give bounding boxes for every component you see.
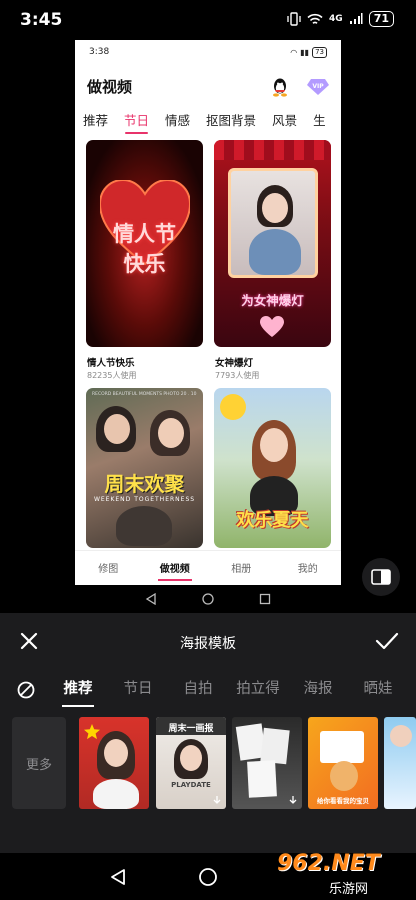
phone-preview: 3:38 ◠ ▮▮ 73 做视频 VIP 推荐 节日 情感 抠图背景 风景 生 … xyxy=(75,40,341,585)
preview-bottom-nav: 修图 做视频 相册 我的 xyxy=(75,550,341,585)
tab-recommend[interactable]: 推荐 xyxy=(75,106,116,130)
card-uses: 82235人使用 xyxy=(87,371,137,380)
download-icon xyxy=(289,796,297,804)
cat-graphic xyxy=(330,761,358,791)
download-icon xyxy=(213,796,221,804)
photo-frame xyxy=(320,731,364,763)
poster-template-panel: 海报模板 推荐 节日 自拍 拍立得 海报 晒娃 更多 周末一画报 PLAYDAT… xyxy=(0,613,416,853)
template-card-weekend[interactable]: RECORD BEAUTIFUL MOMENTS PHOTO 20 . 10 周… xyxy=(86,388,203,548)
wifi-icon xyxy=(307,13,323,24)
template-card-valentines[interactable]: 情人节 快乐 xyxy=(86,140,203,347)
preview-status-time: 3:38 xyxy=(89,47,110,57)
preview-battery: 73 xyxy=(312,47,327,58)
poster-tab-selfie[interactable]: 自拍 xyxy=(168,677,228,698)
person-shirt xyxy=(93,779,139,809)
star-sticker-icon xyxy=(84,724,100,740)
card-overlay: 欢乐夏天 xyxy=(236,510,309,531)
person-face xyxy=(260,428,288,462)
preview-recents-icon[interactable] xyxy=(259,593,271,605)
card-name: 情人节快乐 xyxy=(87,358,135,369)
compare-button[interactable] xyxy=(362,558,400,596)
template-thumbnail[interactable]: 给你看看我的宝贝 xyxy=(308,717,378,809)
card-uses: 7793人使用 xyxy=(215,371,260,380)
person-face xyxy=(104,414,130,444)
template-card-goddess[interactable]: 为女神爆灯 xyxy=(214,140,331,347)
tab-cutout-background[interactable]: 抠图背景 xyxy=(198,106,264,130)
template-thumbnail[interactable]: 周末一画报 PLAYDATE xyxy=(156,717,226,809)
panel-title: 海报模板 xyxy=(180,636,236,652)
qq-icon[interactable] xyxy=(271,77,289,97)
network-type: 4G xyxy=(329,14,343,24)
person-group xyxy=(116,506,172,546)
compare-icon xyxy=(371,569,391,585)
battery-indicator: 71 xyxy=(368,11,394,27)
person-shirt xyxy=(249,229,301,275)
poster-tabs: 推荐 节日 自拍 拍立得 海报 晒娃 xyxy=(48,677,408,707)
child-face xyxy=(390,725,412,747)
card-overlay-top: RECORD BEAUTIFUL MOMENTS PHOTO 20 . 10 xyxy=(92,392,197,397)
vip-icon[interactable]: VIP xyxy=(307,78,329,96)
app-title: 做视频 xyxy=(87,78,133,96)
template-thumbnail[interactable] xyxy=(79,717,149,809)
poster-tab-kids[interactable]: 晒娃 xyxy=(348,677,408,698)
site-watermark: 962.NET 乐游网 xyxy=(277,851,412,897)
preview-system-nav xyxy=(75,585,341,613)
category-tabs: 推荐 节日 情感 抠图背景 风景 生 xyxy=(75,106,341,134)
watermark-text: 962.NET xyxy=(277,851,380,876)
tab-holiday[interactable]: 节日 xyxy=(116,106,157,134)
sun-sticker xyxy=(220,394,246,420)
tab-emotion[interactable]: 情感 xyxy=(157,106,198,130)
status-bar: 3:45 4G 71 xyxy=(0,0,416,40)
template-card-summer[interactable]: 欢乐夏天 xyxy=(214,388,331,548)
more-templates-button[interactable]: 更多 xyxy=(12,717,66,809)
nav-make-video[interactable]: 做视频 xyxy=(142,551,209,585)
person-face xyxy=(262,193,288,223)
curtain-graphic xyxy=(214,140,331,160)
signal-icon xyxy=(349,13,363,24)
preview-back-icon[interactable] xyxy=(145,593,157,605)
template-thumbnail[interactable] xyxy=(384,717,416,809)
card-overlay-line-1: 情人节 xyxy=(113,222,176,246)
svg-text:VIP: VIP xyxy=(312,83,324,90)
preview-home-icon[interactable] xyxy=(202,593,214,605)
check-icon[interactable] xyxy=(375,630,399,652)
person-face xyxy=(158,418,184,448)
preview-status-bar: 3:38 ◠ ▮▮ 73 xyxy=(75,40,341,66)
poster-tab-poster[interactable]: 海报 xyxy=(288,677,348,698)
home-icon[interactable] xyxy=(198,867,218,887)
template-thumbnail[interactable] xyxy=(232,717,302,809)
card-name: 女神爆灯 xyxy=(215,358,254,369)
thumb-text: 周末一画报 xyxy=(168,724,214,734)
card-overlay: 周末欢聚 xyxy=(104,472,185,496)
nav-album[interactable]: 相册 xyxy=(208,551,275,585)
photo-frame xyxy=(228,168,318,278)
vibrate-icon xyxy=(287,12,301,26)
poster-tab-recommend[interactable]: 推荐 xyxy=(48,677,108,707)
polaroid-photo xyxy=(247,760,277,798)
card-overlay-sub: WEEKEND TOGETHERNESS xyxy=(93,496,196,503)
small-heart-graphic xyxy=(260,316,284,337)
card-overlay: 为女神爆灯 xyxy=(241,293,304,308)
thumb-text: 给你看看我的宝贝 xyxy=(317,797,369,805)
status-time: 3:45 xyxy=(20,10,63,30)
preview-wifi-icon: ◠ xyxy=(290,48,298,57)
no-template-icon[interactable] xyxy=(16,680,36,700)
tab-scenery[interactable]: 风景 xyxy=(264,106,305,130)
nav-retouch[interactable]: 修图 xyxy=(75,551,142,585)
person-face xyxy=(104,739,128,767)
poster-tab-polaroid[interactable]: 拍立得 xyxy=(228,677,288,698)
card-overlay-line-2: 快乐 xyxy=(123,252,166,276)
preview-status-icons: ◠ ▮▮ 73 xyxy=(290,47,327,58)
poster-tab-holiday[interactable]: 节日 xyxy=(108,677,168,698)
nav-me[interactable]: 我的 xyxy=(275,551,342,585)
polaroid-photo xyxy=(260,727,290,765)
status-icons: 4G 71 xyxy=(287,11,394,27)
thumb-subtext: PLAYDATE xyxy=(171,781,211,789)
preview-signal-icon: ▮▮ xyxy=(300,48,310,57)
person-face xyxy=(180,745,202,771)
watermark-sub: 乐游网 xyxy=(329,882,369,897)
back-icon[interactable] xyxy=(108,867,128,887)
tab-more-partial[interactable]: 生 xyxy=(305,106,334,130)
